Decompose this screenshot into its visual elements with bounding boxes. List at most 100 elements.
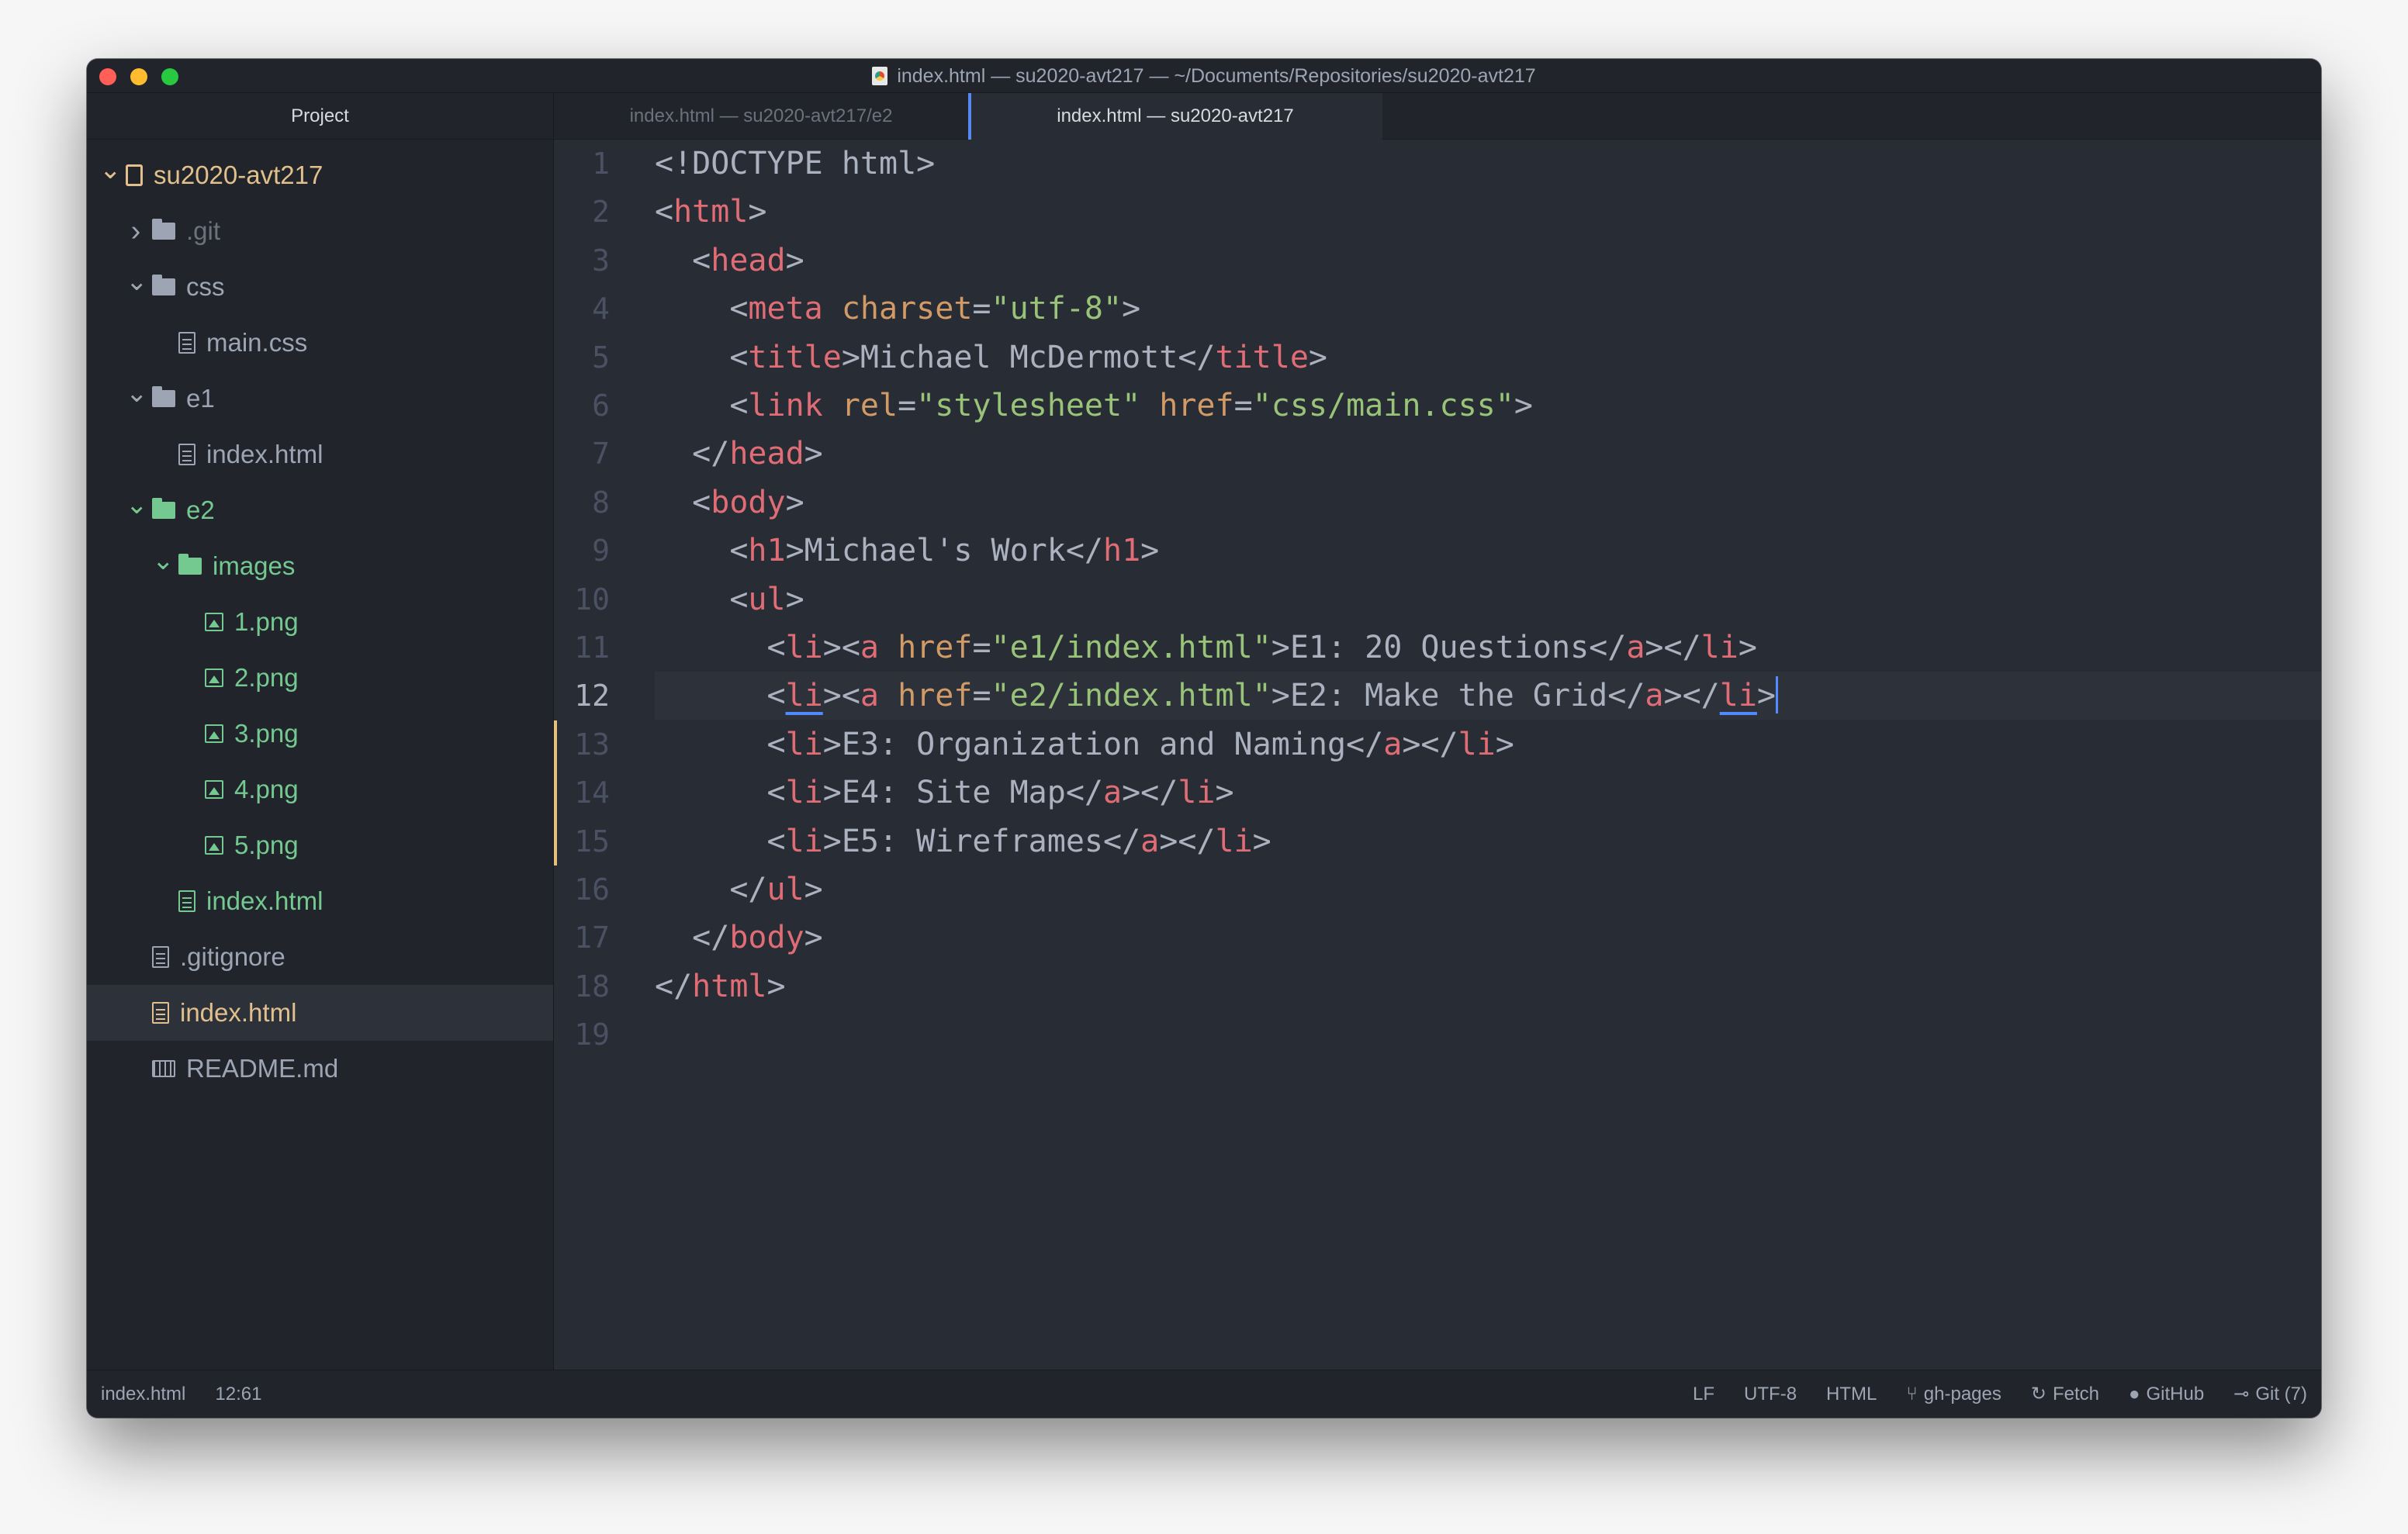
tree-item-images-folder[interactable]: ⌄ images bbox=[87, 538, 553, 594]
code-line[interactable]: </head> bbox=[655, 430, 2321, 478]
code-token: a bbox=[1140, 823, 1160, 859]
code-token: > bbox=[1215, 775, 1234, 811]
code-token: > bbox=[748, 194, 767, 230]
code-token: a bbox=[1626, 630, 1645, 665]
code-token: a bbox=[860, 630, 880, 665]
tree-item-img-5[interactable]: ⌄5.png bbox=[87, 817, 553, 873]
code-token: > bbox=[1738, 630, 1757, 665]
status-cursor-position[interactable]: 12:61 bbox=[215, 1384, 261, 1405]
tree-item-e1-index[interactable]: ⌄index.html bbox=[87, 427, 553, 482]
status-file-name[interactable]: index.html bbox=[101, 1384, 185, 1405]
tree-item-readme[interactable]: ⌄README.md bbox=[87, 1041, 553, 1097]
code-token: head bbox=[711, 242, 786, 278]
code-line[interactable]: </body> bbox=[655, 914, 2321, 962]
code-token: <!DOCTYPE html> bbox=[655, 146, 936, 181]
code-token: li bbox=[1719, 678, 1757, 714]
status-encoding[interactable]: UTF-8 bbox=[1744, 1384, 1797, 1405]
code-token: </ bbox=[655, 436, 730, 472]
code-line[interactable]: <head> bbox=[655, 237, 2321, 285]
tree-item-e1-folder[interactable]: ⌄ e1 bbox=[87, 371, 553, 427]
code-line[interactable]: <body> bbox=[655, 479, 2321, 527]
status-branch[interactable]: ⑂ gh-pages bbox=[1906, 1384, 2001, 1405]
code-line[interactable]: <title>Michael McDermott</title> bbox=[655, 333, 2321, 382]
tree-item-gitignore[interactable]: ⌄.gitignore bbox=[87, 929, 553, 985]
code-editor[interactable]: 1 2 3 4 5 6 7 8 9 10 11 12 13 14 15 16 17 18 19 <!DOCTYPE … bbox=[554, 140, 2321, 1370]
code-token: "stylesheet" bbox=[916, 388, 1141, 423]
file-icon bbox=[178, 332, 195, 354]
code-line[interactable]: <link rel="stylesheet" href="css/main.cs… bbox=[655, 382, 2321, 430]
tree-item-git-folder[interactable]: › .git bbox=[87, 203, 553, 259]
code-token: < bbox=[655, 388, 749, 423]
code-token: < bbox=[655, 630, 786, 665]
code-line[interactable]: </ul> bbox=[655, 865, 2321, 914]
code-line[interactable]: <h1>Michael's Work</h1> bbox=[655, 527, 2321, 575]
status-line-ending[interactable]: LF bbox=[1693, 1384, 1714, 1405]
chevron-down-icon[interactable]: ⌄ bbox=[126, 266, 148, 297]
image-icon bbox=[205, 724, 223, 743]
code-token: ></ bbox=[1159, 823, 1216, 859]
code-area[interactable]: <!DOCTYPE html> <html> <head> <meta chars… bbox=[655, 140, 2321, 1370]
code-token: >Michael's Work</ bbox=[785, 533, 1103, 569]
status-github-button[interactable]: ● GitHub bbox=[2129, 1384, 2204, 1405]
code-line[interactable]: <li><a href="e2/index.html">E2: Make the… bbox=[655, 672, 2321, 720]
tab-1[interactable]: index.html — su2020-avt217/e2 bbox=[554, 93, 968, 140]
tree-item-img-2[interactable]: ⌄2.png bbox=[87, 650, 553, 706]
code-line[interactable]: <li>E5: Wireframes</a></li> bbox=[655, 817, 2321, 865]
tree-item-img-1[interactable]: ⌄1.png bbox=[87, 594, 553, 650]
tree-item-root-index[interactable]: ⌄index.html bbox=[87, 985, 553, 1041]
code-token: > bbox=[804, 436, 823, 472]
status-fetch-button[interactable]: ↻ Fetch bbox=[2031, 1383, 2099, 1405]
folder-icon bbox=[152, 275, 175, 295]
tree-item-img-4[interactable]: ⌄4.png bbox=[87, 762, 553, 817]
chevron-down-icon[interactable]: ⌄ bbox=[126, 378, 148, 409]
image-icon bbox=[205, 669, 223, 687]
code-token: html bbox=[673, 194, 749, 230]
status-git-button[interactable]: ⊸ Git (7) bbox=[2233, 1383, 2307, 1405]
tree-item-e2-index[interactable]: ⌄index.html bbox=[87, 873, 553, 929]
tree-item-label: main.css bbox=[206, 328, 308, 357]
code-token: < bbox=[655, 339, 749, 375]
code-token: title bbox=[1215, 339, 1309, 375]
code-token: < bbox=[655, 194, 674, 230]
line-number: 9 bbox=[592, 534, 610, 568]
code-line[interactable]: <li>E3: Organization and Naming</a></li> bbox=[655, 720, 2321, 769]
code-token: li bbox=[1215, 823, 1253, 859]
code-line[interactable]: <ul> bbox=[655, 575, 2321, 624]
code-token: href bbox=[898, 678, 973, 714]
code-token: </ bbox=[655, 920, 730, 956]
code-token: > bbox=[1308, 339, 1327, 375]
tree-item-root[interactable]: ⌄ su2020-avt217 bbox=[87, 147, 553, 203]
code-token: li bbox=[1700, 630, 1739, 665]
chevron-right-icon[interactable]: › bbox=[126, 215, 146, 248]
code-token: head bbox=[729, 436, 804, 472]
github-label: GitHub bbox=[2146, 1383, 2205, 1404]
chevron-down-icon[interactable]: ⌄ bbox=[152, 545, 175, 576]
tree-item-label: index.html bbox=[180, 998, 297, 1027]
chevron-down-icon[interactable]: ⌄ bbox=[126, 489, 148, 520]
tree-item-main-css[interactable]: ⌄main.css bbox=[87, 315, 553, 371]
code-line[interactable]: <meta charset="utf-8"> bbox=[655, 285, 2321, 333]
code-line[interactable]: <html> bbox=[655, 188, 2321, 236]
code-token: href bbox=[898, 630, 973, 665]
status-grammar[interactable]: HTML bbox=[1826, 1384, 1877, 1405]
tree-item-e2-folder[interactable]: ⌄ e2 bbox=[87, 482, 553, 538]
code-token: < bbox=[655, 484, 711, 520]
tree-item-label: README.md bbox=[186, 1054, 339, 1083]
chevron-down-icon[interactable]: ⌄ bbox=[99, 154, 122, 185]
tree-item-css-folder[interactable]: ⌄ css bbox=[87, 259, 553, 315]
line-number: 4 bbox=[592, 292, 610, 326]
code-line[interactable]: <!DOCTYPE html> bbox=[655, 140, 2321, 188]
code-line[interactable]: </html> bbox=[655, 962, 2321, 1011]
code-line[interactable]: <li><a href="e1/index.html">E1: 20 Quest… bbox=[655, 624, 2321, 672]
code-line[interactable] bbox=[655, 1011, 2321, 1059]
code-token: "e2/index.html" bbox=[991, 678, 1271, 714]
code-line[interactable]: <li>E4: Site Map</a></li> bbox=[655, 769, 2321, 817]
tab-2[interactable]: index.html — su2020-avt217 bbox=[968, 93, 1382, 140]
tree-item-label: 1.png bbox=[234, 607, 299, 636]
tree-item-img-3[interactable]: ⌄3.png bbox=[87, 706, 553, 762]
code-token: ></ bbox=[1122, 775, 1178, 811]
line-number: 1 bbox=[592, 147, 610, 181]
